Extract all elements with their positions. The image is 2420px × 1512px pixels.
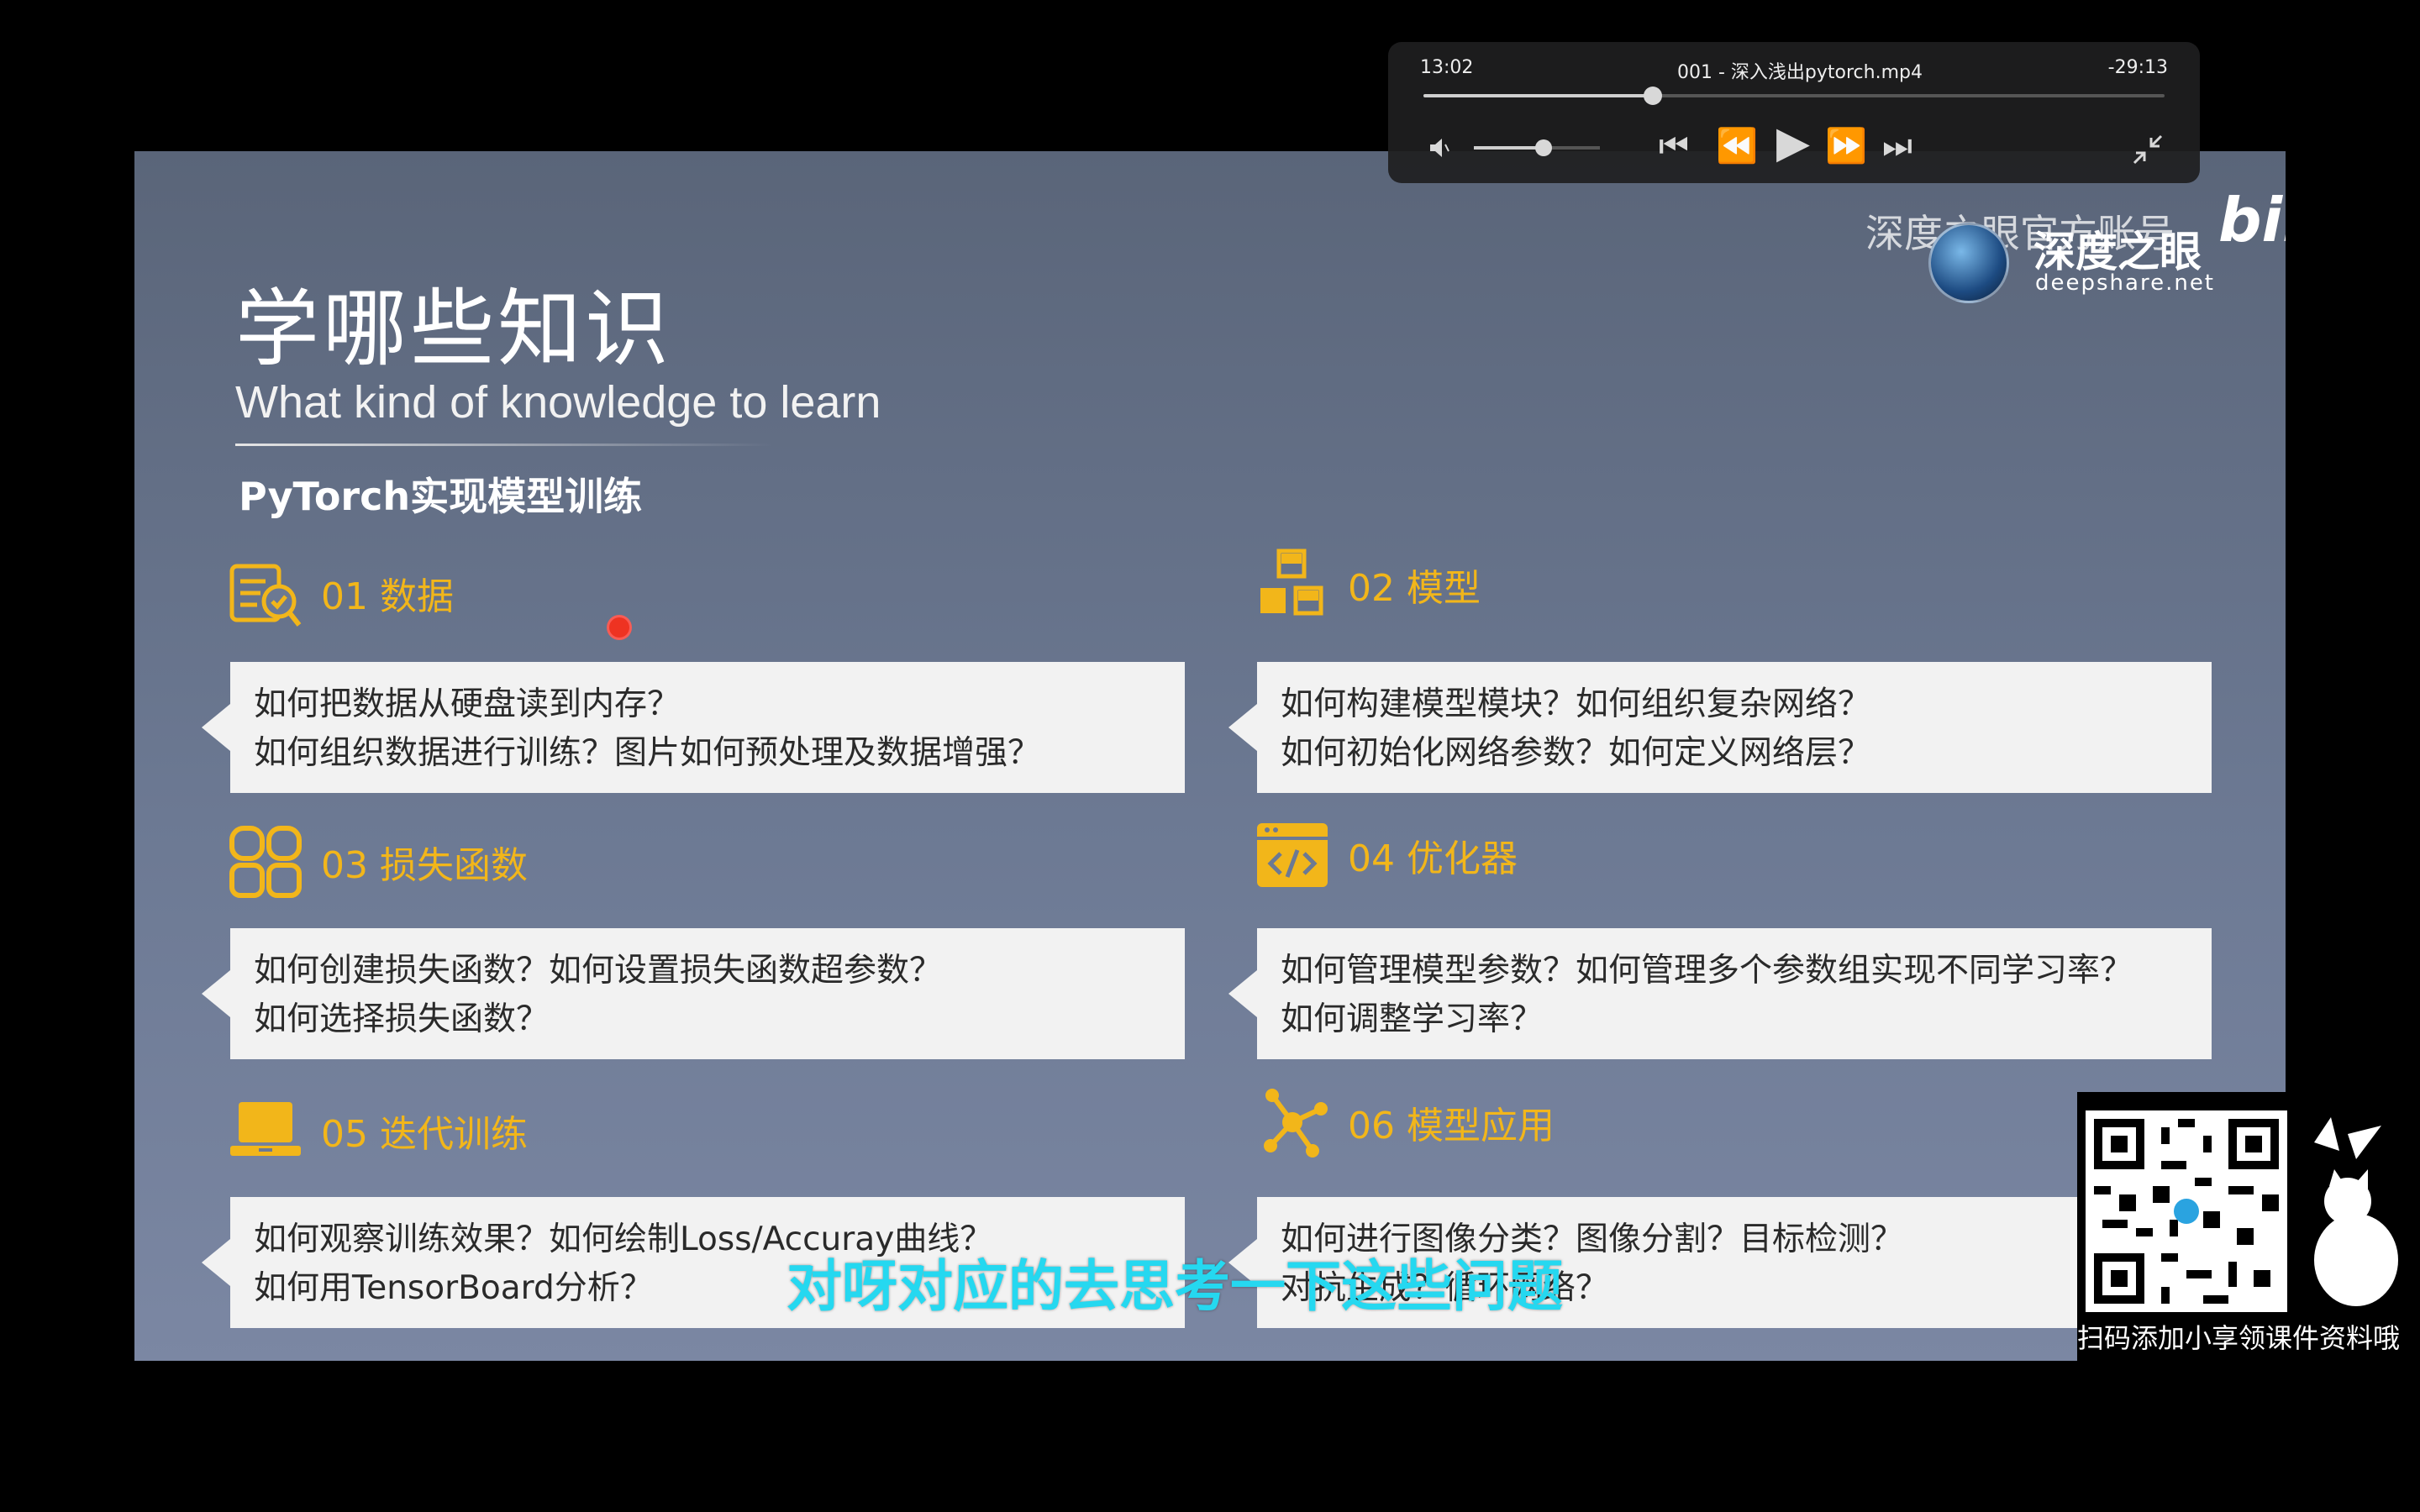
section-02-header: 02 模型 [1254,546,1481,623]
play-icon[interactable]: ▶ [1776,121,1810,165]
subtitle-underline [235,444,773,446]
skip-forward-icon[interactable]: ⏭ [1882,129,1912,163]
section-02-label: 02 模型 [1348,567,1481,610]
section-06-header: 06 模型应用 [1254,1084,1555,1161]
fast-forward-icon[interactable]: ⏩ [1825,129,1867,163]
remaining-time: -29:13 [2107,57,2168,78]
qr-caption: 扫码添加小享领课件资料哦 [2077,1322,2401,1354]
video-caption: 对呀对应的去思考一下这些问题 [786,1254,1563,1319]
exit-fullscreen-icon[interactable] [2131,133,2165,166]
section-06-label: 06 模型应用 [1348,1105,1555,1147]
progress-thumb[interactable] [1644,87,1663,105]
section-04-box: 如何管理模型参数？如何管理多个参数组实现不同学习率？ 如何调整学习率？ [1228,928,2212,1059]
video-player-controls: 13:02 001 - 深入浅出pytorch.mp4 -29:13 ⏮ ⏪ ▶… [1388,42,2200,183]
video-frame-slide: 学哪些知识 What kind of knowledge to learn Py… [134,151,2286,1361]
section-04-header: 04 优化器 [1254,816,1518,894]
cubes-icon [1260,549,1323,616]
section-02-line-1: 如何构建模型模块？如何组织复杂网络？ [1281,685,1871,723]
section-02-box: 如何构建模型模块？如何组织复杂网络？ 如何初始化网络参数？如何定义网络层？ [1228,662,2212,793]
data-icon [229,564,302,627]
volume-slider[interactable] [1474,139,1600,156]
grid-icon [229,826,302,898]
qr-code-icon [2086,1110,2287,1312]
elapsed-time: 13:02 [1420,57,1474,78]
section-title: PyTorch实现模型训练 [239,474,643,519]
volume-fill [1474,146,1544,150]
section-01-line-2: 如何组织数据进行训练？图片如何预处理及数据增强？ [254,734,1041,772]
slide-subtitle: What kind of knowledge to learn [235,377,881,428]
slide-title: 学哪些知识 [235,280,672,378]
section-01-line-1: 如何把数据从硬盘读到内存？ [254,685,681,723]
section-05-header: 05 迭代训练 [227,1092,528,1169]
cat-mascot-icon [2314,1117,2398,1306]
section-01-header: 01 数据 [227,554,454,632]
section-03-label: 03 损失函数 [321,844,528,887]
network-icon [1264,1089,1328,1158]
video-filename: 001 - 深入浅出pytorch.mp4 [1677,62,1923,83]
section-01-label: 01 数据 [321,575,454,618]
qr-promo-panel: 扫码添加小享领课件资料哦 [2077,1092,2418,1361]
skip-back-icon[interactable]: ⏮ [1659,129,1689,163]
watermark-url: deepshare.net [2035,270,2216,296]
deepshare-logo-icon [1928,223,2009,303]
section-03-box: 如何创建损失函数？如何设置损失函数超参数？ 如何选择损失函数？ [202,928,1185,1059]
section-04-label: 04 优化器 [1348,837,1518,880]
volume-icon[interactable] [1427,134,1454,161]
section-03-header: 03 损失函数 [227,823,528,900]
rewind-icon[interactable]: ⏪ [1716,129,1758,163]
section-03-line-2: 如何选择损失函数？ [254,1000,550,1038]
laptop-icon [230,1102,301,1156]
code-icon [1257,823,1328,887]
pointer-dot [607,615,632,640]
bilibili-logo: bilibili [2218,185,2286,255]
section-04-line-1: 如何管理模型参数？如何管理多个参数组实现不同学习率？ [1281,952,2133,990]
progress-fill [1423,94,1654,97]
section-03-line-1: 如何创建损失函数？如何设置损失函数超参数？ [254,952,943,990]
section-05-label: 05 迭代训练 [321,1113,528,1156]
progress-slider[interactable] [1423,87,2165,105]
volume-thumb[interactable] [1534,139,1552,156]
section-02-line-2: 如何初始化网络参数？如何定义网络层？ [1281,734,1871,772]
section-04-line-2: 如何调整学习率？ [1281,1000,1544,1038]
section-01-box: 如何把数据从硬盘读到内存？ 如何组织数据进行训练？图片如何预处理及数据增强？ [202,662,1185,793]
